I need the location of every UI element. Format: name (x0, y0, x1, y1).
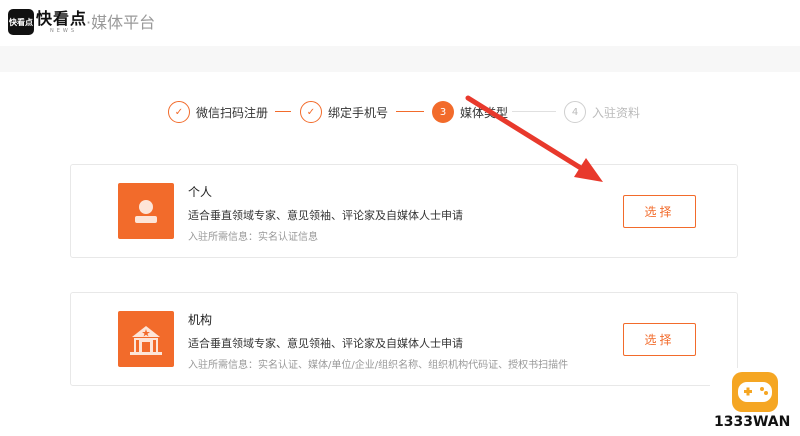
top-bar: 快看点 快看点 NEWS ·媒体平台 (0, 0, 800, 46)
step-wechat-register: ✓ 微信扫码注册 (168, 98, 268, 126)
card-requirements: 入驻所需信息：实名认证信息 (188, 232, 318, 243)
step-media-type: 3 媒体类型 (432, 98, 508, 126)
step-progress: ✓ 微信扫码注册 ✓ 绑定手机号 3 媒体类型 4 入驻资料 (160, 98, 660, 126)
card-description: 适合垂直领域专家、意见领袖、评论家及自媒体人士申请 (188, 337, 463, 350)
step-label: 绑定手机号 (328, 105, 389, 120)
select-personal-button[interactable]: 选择 (623, 195, 696, 228)
step-bind-phone: ✓ 绑定手机号 (300, 98, 388, 126)
step-connector (512, 111, 556, 112)
step-connector (396, 111, 424, 112)
step-label: 微信扫码注册 (196, 105, 269, 120)
step-label: 媒体类型 (460, 105, 509, 120)
logo-text: 快看点 (9, 17, 33, 27)
watermark: 1333WAN (710, 368, 800, 436)
step-label: 入驻资料 (592, 105, 641, 120)
brand-sub: NEWS (50, 28, 78, 34)
card-requirements: 入驻所需信息：实名认证、媒体/单位/企业/组织名称、组织机构代码证、授权书扫描件 (188, 360, 569, 371)
card-personal: 个人 适合垂直领域专家、意见领袖、评论家及自媒体人士申请 入驻所需信息：实名认证… (70, 164, 738, 258)
select-organization-button[interactable]: 选择 (623, 323, 696, 356)
card-title: 机构 (188, 313, 213, 327)
check-icon: ✓ (168, 101, 190, 123)
logo[interactable]: 快看点 (8, 9, 34, 35)
check-icon: ✓ (300, 101, 322, 123)
card-title: 个人 (188, 185, 213, 199)
platform-title: ·媒体平台 (86, 13, 156, 32)
step-number: 3 (432, 101, 454, 123)
card-description: 适合垂直领域专家、意见领袖、评论家及自媒体人士申请 (188, 209, 463, 222)
step-connector (275, 111, 291, 112)
brand-name: 快看点 (36, 9, 88, 28)
watermark-text: 1333WAN (714, 414, 791, 430)
building-icon (118, 311, 174, 367)
person-icon (118, 183, 174, 239)
brand: 快看点 NEWS (36, 9, 88, 35)
step-profile: 4 入驻资料 (564, 98, 640, 126)
main-panel: ✓ 微信扫码注册 ✓ 绑定手机号 3 媒体类型 4 入驻资料 个人 适合垂直领域… (0, 72, 800, 436)
gamepad-icon (732, 372, 778, 412)
step-number: 4 (564, 101, 586, 123)
card-organization: 机构 适合垂直领域专家、意见领袖、评论家及自媒体人士申请 入驻所需信息：实名认证… (70, 292, 738, 386)
